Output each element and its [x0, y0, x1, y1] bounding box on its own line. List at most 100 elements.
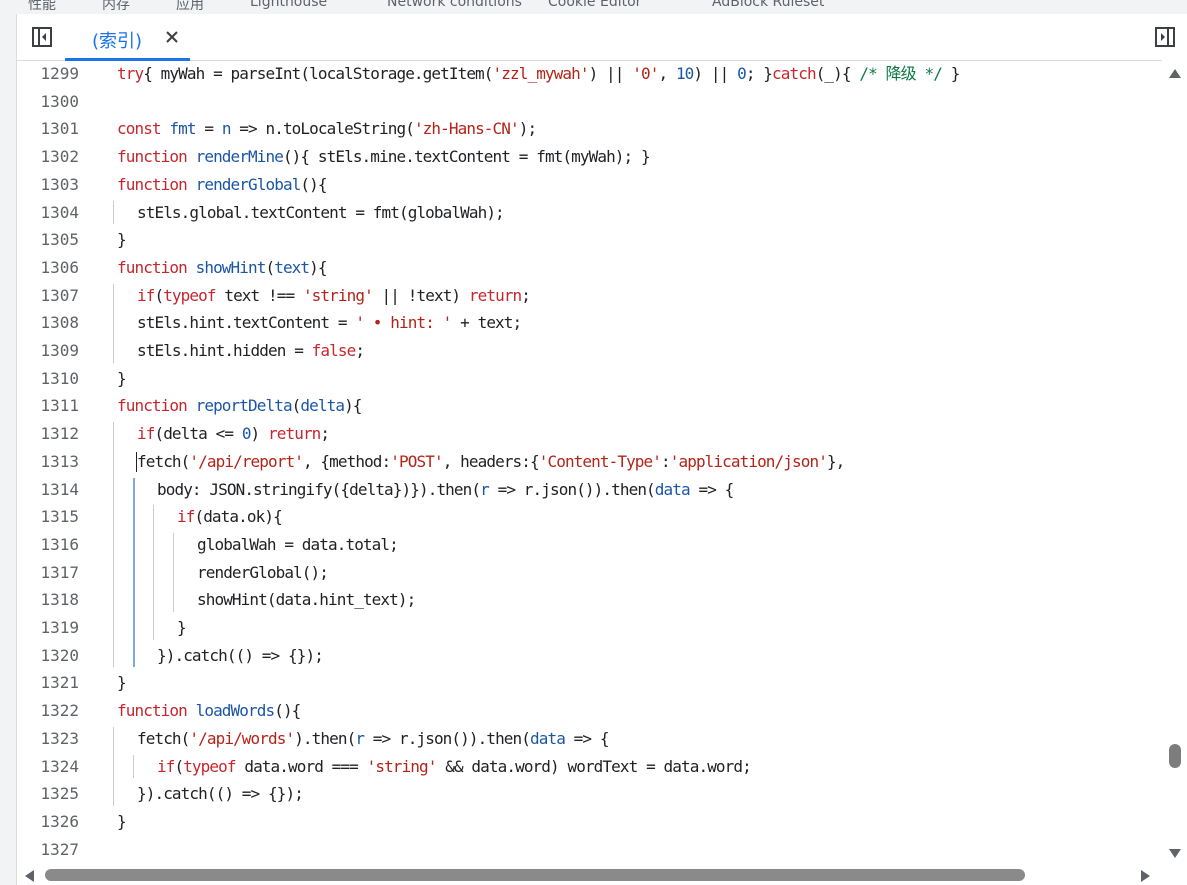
code-text[interactable]: if(delta <= 0) return;: [137, 420, 330, 448]
horizontal-scrollbar[interactable]: [17, 865, 1187, 885]
code-text[interactable]: renderGlobal();: [197, 559, 329, 587]
code-text[interactable]: }: [117, 669, 127, 697]
scroll-down-arrow-icon[interactable]: [1169, 849, 1181, 858]
line-number[interactable]: 1327: [17, 836, 79, 864]
code-text[interactable]: }: [117, 226, 127, 254]
line-number[interactable]: 1314: [17, 476, 79, 504]
code-text[interactable]: fetch('/api/words').then(r => r.json()).…: [137, 725, 610, 753]
code-line[interactable]: 1303 function renderGlobal(){: [17, 171, 1162, 199]
code-line[interactable]: 1314 body: JSON.stringify({delta})}).then…: [17, 476, 1162, 504]
code-line[interactable]: 1319}: [17, 614, 1162, 642]
code-line[interactable]: 1308 stEls.hint.textContent = ' • hint: '…: [17, 309, 1162, 337]
line-number[interactable]: 1322: [17, 697, 79, 725]
line-number[interactable]: 1303: [17, 171, 79, 199]
code-text[interactable]: showHint(data.hint_text);: [197, 586, 416, 614]
line-number[interactable]: 1320: [17, 642, 79, 670]
code-line[interactable]: 1316 globalWah = data.total;: [17, 531, 1162, 559]
top-tab-cookie-editor[interactable]: Cookie Editor: [548, 0, 641, 10]
code-text[interactable]: globalWah = data.total;: [197, 531, 399, 559]
scroll-up-arrow-icon[interactable]: [1169, 69, 1181, 78]
code-line[interactable]: 1305}: [17, 226, 1162, 254]
line-number[interactable]: 1304: [17, 199, 79, 227]
code-text[interactable]: if(typeof text !== 'string' || !text) re…: [137, 282, 531, 310]
vertical-scroll-thumb[interactable]: [1169, 744, 1181, 768]
line-number[interactable]: 1302: [17, 143, 79, 171]
close-icon[interactable]: [165, 30, 179, 44]
line-number[interactable]: 1310: [17, 365, 79, 393]
line-number[interactable]: 1308: [17, 309, 79, 337]
code-line[interactable]: 1307 if(typeof text !== 'string' || !text…: [17, 282, 1162, 310]
code-text[interactable]: }: [117, 808, 127, 836]
code-line[interactable]: 1302 function renderMine(){ stEls.mine.te…: [17, 143, 1162, 171]
code-text[interactable]: function showHint(text){: [117, 254, 328, 282]
line-number[interactable]: 1316: [17, 531, 79, 559]
line-number[interactable]: 1305: [17, 226, 79, 254]
code-text[interactable]: const fmt = n => n.toLocaleString('zh-Ha…: [117, 115, 537, 143]
line-number[interactable]: 1326: [17, 808, 79, 836]
code-text[interactable]: function renderGlobal(){: [117, 171, 328, 199]
top-tab-adblock[interactable]: AdBlock Ruleset: [712, 0, 824, 10]
code-text[interactable]: }: [117, 365, 127, 393]
panel-left-icon[interactable]: [32, 27, 52, 47]
line-number[interactable]: 1325: [17, 780, 79, 808]
code-line[interactable]: 1309 stEls.hint.hidden = false;: [17, 337, 1162, 365]
line-number[interactable]: 1321: [17, 669, 79, 697]
code-text[interactable]: function reportDelta(delta){: [117, 392, 362, 420]
code-line[interactable]: 1300: [17, 88, 1162, 116]
line-number[interactable]: 1317: [17, 559, 79, 587]
line-number[interactable]: 1307: [17, 282, 79, 310]
tab-index[interactable]: (索引): [65, 14, 190, 61]
code-text[interactable]: }).catch(() => {});: [157, 642, 324, 670]
vertical-scrollbar[interactable]: [1162, 60, 1187, 865]
code-text[interactable]: stEls.hint.hidden = false;: [137, 337, 365, 365]
code-view[interactable]: 1299 try{ myWah = parseInt(localStorage.g…: [17, 60, 1162, 865]
code-line[interactable]: 1318 showHint(data.hint_text);: [17, 586, 1162, 614]
line-number[interactable]: 1299: [17, 60, 79, 88]
code-text[interactable]: try{ myWah = parseInt(localStorage.getIt…: [117, 60, 960, 88]
scroll-left-arrow-icon[interactable]: [25, 870, 34, 882]
code-line[interactable]: 1299 try{ myWah = parseInt(localStorage.g…: [17, 60, 1162, 88]
code-line[interactable]: 1321}: [17, 669, 1162, 697]
code-line[interactable]: 1310}: [17, 365, 1162, 393]
line-number[interactable]: 1309: [17, 337, 79, 365]
code-line[interactable]: 1317 renderGlobal();: [17, 559, 1162, 587]
line-number[interactable]: 1315: [17, 503, 79, 531]
line-number[interactable]: 1323: [17, 725, 79, 753]
code-text[interactable]: body: JSON.stringify({delta})}).then(r =…: [157, 476, 734, 504]
horizontal-scroll-thumb[interactable]: [45, 869, 1025, 881]
code-text[interactable]: }).catch(() => {});: [137, 780, 304, 808]
code-text[interactable]: if(data.ok){: [177, 503, 283, 531]
code-line[interactable]: 1313 fetch('/api/report', {method:'POST',…: [17, 448, 1162, 476]
line-number[interactable]: 1311: [17, 392, 79, 420]
code-line[interactable]: 1301 const fmt = n => n.toLocaleString('z…: [17, 115, 1162, 143]
top-tab-lighthouse[interactable]: Lighthouse: [250, 0, 327, 10]
code-line[interactable]: 1306 function showHint(text){: [17, 254, 1162, 282]
line-number[interactable]: 1313: [17, 448, 79, 476]
top-tab-memory[interactable]: 内存: [102, 0, 130, 14]
line-number[interactable]: 1319: [17, 614, 79, 642]
code-line[interactable]: 1322 function loadWords(){: [17, 697, 1162, 725]
code-text[interactable]: function renderMine(){ stEls.mine.textCo…: [117, 143, 651, 171]
code-line[interactable]: 1324 if(typeof data.word === 'string' && …: [17, 753, 1162, 781]
code-line[interactable]: 1327: [17, 836, 1162, 864]
line-number[interactable]: 1301: [17, 115, 79, 143]
line-number[interactable]: 1306: [17, 254, 79, 282]
line-number[interactable]: 1300: [17, 88, 79, 116]
line-number[interactable]: 1312: [17, 420, 79, 448]
scroll-right-arrow-icon[interactable]: [1141, 870, 1150, 882]
code-line[interactable]: 1323 fetch('/api/words').then(r => r.json…: [17, 725, 1162, 753]
code-line[interactable]: 1304 stEls.global.textContent = fmt(globa…: [17, 199, 1162, 227]
top-tab-performance[interactable]: 性能: [28, 0, 56, 14]
top-tab-network-conditions[interactable]: Network conditions: [387, 0, 522, 10]
code-text[interactable]: stEls.hint.textContent = ' • hint: ' + t…: [137, 309, 522, 337]
top-tab-application[interactable]: 应用: [176, 0, 204, 14]
panel-right-icon[interactable]: [1155, 27, 1175, 47]
code-line[interactable]: 1315 if(data.ok){: [17, 503, 1162, 531]
code-line[interactable]: 1326}: [17, 808, 1162, 836]
code-text[interactable]: stEls.global.textContent = fmt(globalWah…: [137, 199, 505, 227]
code-text[interactable]: fetch('/api/report', {method:'POST', hea…: [137, 448, 845, 476]
code-line[interactable]: 1320 }).catch(() => {});: [17, 642, 1162, 670]
code-text[interactable]: }: [177, 614, 187, 642]
code-text[interactable]: if(typeof data.word === 'string' && data…: [157, 753, 752, 781]
line-number[interactable]: 1324: [17, 753, 79, 781]
